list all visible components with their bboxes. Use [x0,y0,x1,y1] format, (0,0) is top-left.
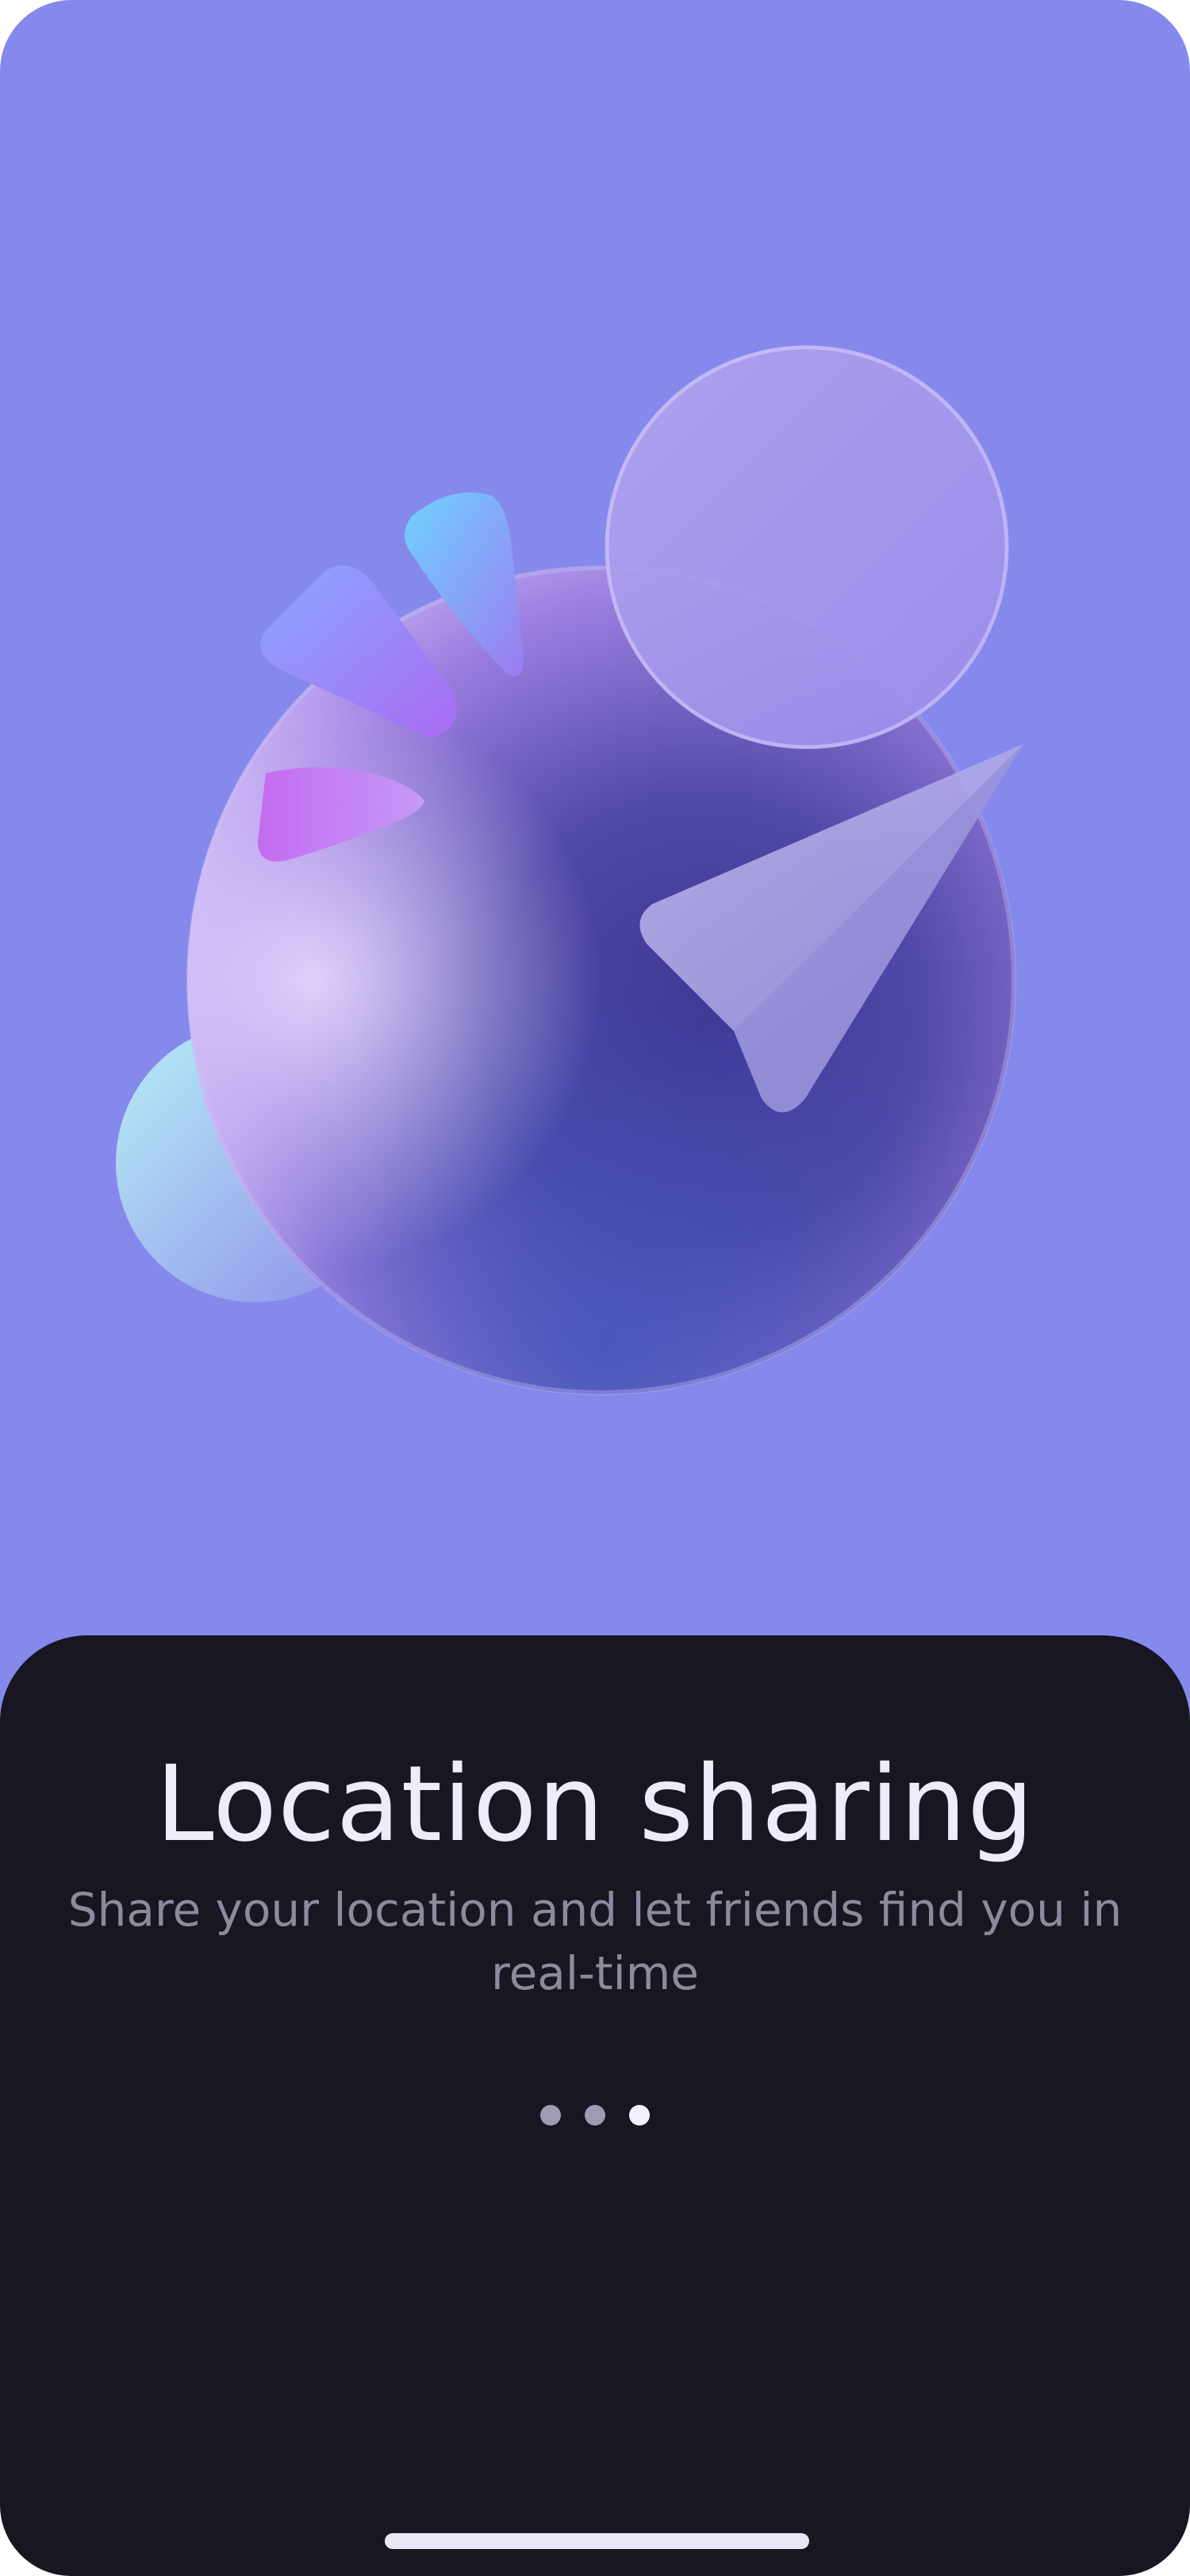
page-subtitle: Share your location and let friends find… [67,1883,1123,2000]
home-indicator[interactable] [385,2533,809,2549]
page-dot-3-active[interactable] [629,2105,650,2126]
illustration [0,0,1190,1650]
page-title: Location sharing [155,1743,1035,1865]
page-dot-2[interactable] [585,2105,605,2126]
onboarding-screen: Location sharing Share your location and… [0,0,1190,2576]
page-indicator [0,2105,1190,2126]
location-sharing-illustration [116,345,1023,1395]
page-dot-1[interactable] [540,2105,561,2126]
